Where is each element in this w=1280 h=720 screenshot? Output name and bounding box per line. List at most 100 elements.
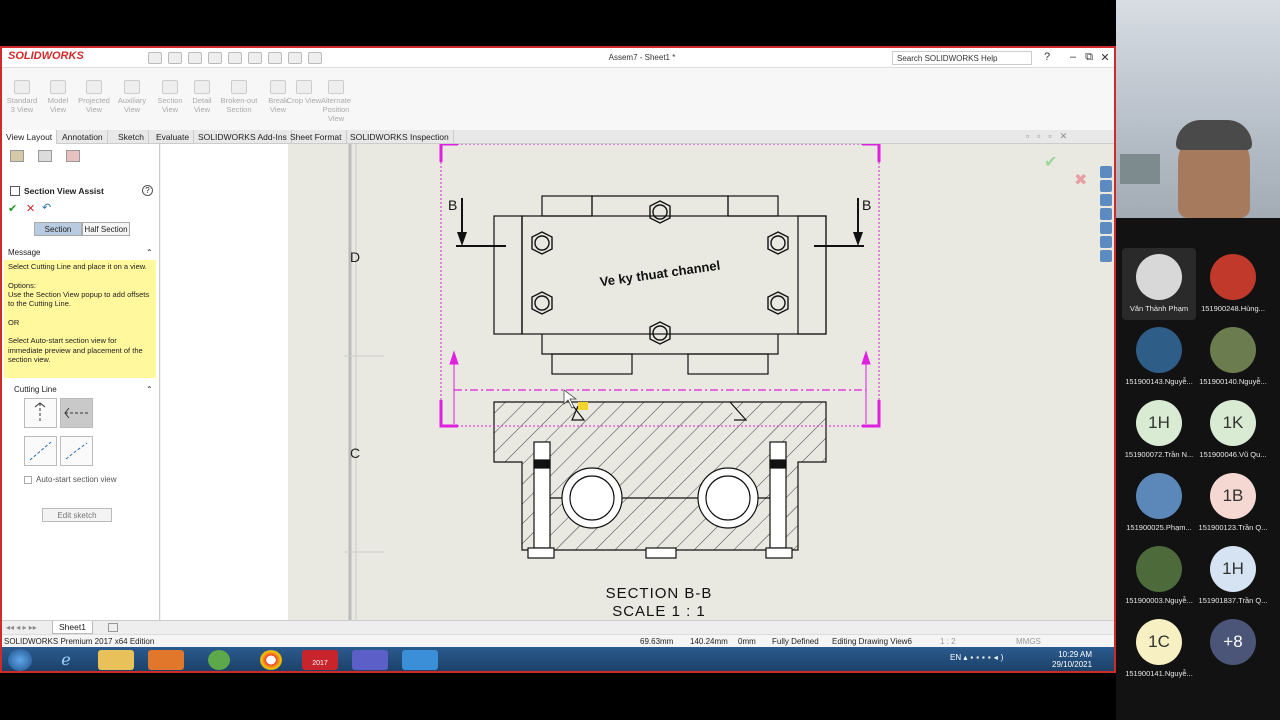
- cutting-line-heading: Cutting Line: [14, 385, 57, 394]
- status-scale[interactable]: 1 : 2: [940, 637, 956, 646]
- print-icon[interactable]: [208, 52, 222, 64]
- participant-tile[interactable]: 151900143.Nguyễ...: [1122, 321, 1196, 393]
- rebuild-icon[interactable]: [268, 52, 282, 64]
- tray-icons[interactable]: ▴▪▪▪▪◂): [963, 653, 1006, 662]
- auxiliary-view-button[interactable]: Auxiliary View: [114, 80, 150, 114]
- vertical-cutting-line-button[interactable]: [24, 398, 57, 428]
- start-button[interactable]: [8, 649, 32, 671]
- tab-view-layout[interactable]: View Layout: [2, 130, 58, 144]
- language-indicator[interactable]: EN: [950, 653, 961, 662]
- help-search-input[interactable]: Search SOLIDWORKS Help: [892, 51, 1032, 65]
- confirm-corner-check-icon[interactable]: ✔: [1044, 152, 1057, 172]
- broken-out-section-button[interactable]: Broken-out Section: [218, 80, 260, 114]
- file-properties-icon[interactable]: [288, 52, 302, 64]
- horizontal-cutting-line-button[interactable]: [60, 398, 93, 428]
- participant-tile[interactable]: 151900140.Nguyễ...: [1196, 321, 1270, 393]
- restore-button[interactable]: ⧉: [1082, 51, 1096, 65]
- design-library-icon[interactable]: [1100, 180, 1112, 192]
- cancel-button[interactable]: ✕: [26, 202, 35, 215]
- home-icon[interactable]: [1100, 166, 1112, 178]
- property-manager-icon[interactable]: [38, 150, 52, 162]
- pm-title: Section View Assist: [24, 186, 104, 196]
- custom-properties-icon[interactable]: [1100, 236, 1112, 248]
- section-view-button[interactable]: Section View: [152, 80, 188, 114]
- aligned-cutting-line-button[interactable]: [60, 436, 93, 466]
- drawing-sheet[interactable]: D C Ve ky thuat channel B B SECTION B-B …: [288, 142, 1114, 620]
- save-icon[interactable]: [188, 52, 202, 64]
- chrome-icon[interactable]: [260, 650, 282, 670]
- undo-icon[interactable]: ↶: [42, 201, 51, 214]
- meeting-panel: Văn Thành Phạm 151900248.Hùng... 151900143…: [1116, 0, 1280, 720]
- new-icon[interactable]: [148, 52, 162, 64]
- standard-3-view-button[interactable]: Standard 3 View: [4, 80, 40, 114]
- solidworks-taskbar-icon[interactable]: 2017: [302, 650, 338, 670]
- paint-icon[interactable]: [402, 650, 438, 670]
- internet-explorer-icon[interactable]: ℯ: [48, 650, 84, 670]
- participant-tile[interactable]: 151900025.Phạm...: [1122, 467, 1196, 539]
- help-icon[interactable]: ?: [142, 185, 153, 196]
- model-view-button[interactable]: Model View: [40, 80, 76, 114]
- projected-view-button[interactable]: Projected View: [76, 80, 112, 114]
- participant-tile[interactable]: 151900248.Hùng...: [1196, 248, 1270, 320]
- auxiliary-cutting-line-button[interactable]: [24, 436, 57, 466]
- view-palette-icon[interactable]: [1100, 208, 1112, 220]
- options-gear-icon[interactable]: [308, 52, 322, 64]
- edit-sketch-button[interactable]: Edit sketch: [42, 508, 112, 522]
- participant-tile[interactable]: 1H 151901837.Trần Q...: [1196, 540, 1270, 612]
- appearances-icon[interactable]: [1100, 222, 1112, 234]
- teams-icon[interactable]: [352, 650, 388, 670]
- tab-sheet-format[interactable]: Sheet Format: [286, 130, 347, 144]
- section-arrow-left[interactable]: B: [448, 197, 506, 247]
- collapse-message-icon[interactable]: ⌃: [146, 248, 153, 257]
- participant-avatar-initials: 1H: [1136, 400, 1182, 446]
- sheet-tab-sheet1[interactable]: Sheet1: [52, 621, 93, 634]
- participant-tile[interactable]: +8: [1196, 613, 1270, 685]
- participant-tile[interactable]: 1C 151900141.Nguyễ...: [1122, 613, 1196, 685]
- close-button[interactable]: ✕: [1098, 51, 1112, 65]
- confirm-corner-cancel-icon[interactable]: ✖: [1074, 170, 1087, 190]
- tab-evaluate[interactable]: Evaluate: [152, 130, 195, 144]
- open-icon[interactable]: [168, 52, 182, 64]
- solidworks-logo[interactable]: SOLIDWORKS: [8, 50, 112, 66]
- green-app-icon[interactable]: [208, 650, 230, 670]
- ok-button[interactable]: ✔: [8, 202, 17, 215]
- detail-view-button[interactable]: Detail View: [184, 80, 220, 114]
- solidworks-forum-icon[interactable]: [1100, 250, 1112, 262]
- undo-icon[interactable]: [228, 52, 242, 64]
- participant-name: Văn Thành Phạm: [1129, 304, 1189, 313]
- section-arrow-right[interactable]: B: [814, 197, 871, 247]
- collapse-cutting-line-icon[interactable]: ⌃: [146, 385, 153, 394]
- participant-tile[interactable]: 1K 151900046.Vũ Qu...: [1196, 394, 1270, 466]
- status-units[interactable]: MMGS: [1016, 637, 1041, 646]
- help-button[interactable]: ?: [1040, 51, 1054, 65]
- tab-solidworks-inspection[interactable]: SOLIDWORKS Inspection: [346, 130, 454, 144]
- participant-tile[interactable]: Văn Thành Phạm: [1122, 248, 1196, 320]
- display-manager-icon[interactable]: [66, 150, 80, 162]
- file-explorer-icon[interactable]: [98, 650, 134, 670]
- tab-sketch[interactable]: Sketch: [114, 130, 149, 144]
- status-z: 0mm: [738, 637, 756, 646]
- half-section-button[interactable]: Half Section: [82, 222, 130, 236]
- minimize-button[interactable]: –: [1066, 51, 1080, 65]
- top-view[interactable]: [493, 195, 827, 375]
- tab-annotation[interactable]: Annotation: [58, 130, 108, 144]
- viewport-window-controls[interactable]: ▫▫▫✕: [1026, 131, 1075, 142]
- participant-tile[interactable]: 1B 151900123.Trần Q...: [1196, 467, 1270, 539]
- taskbar-clock[interactable]: 10:29 AM 29/10/2021: [1052, 650, 1092, 670]
- file-explorer-icon[interactable]: [1100, 194, 1112, 206]
- cutting-line-preview[interactable]: [439, 142, 881, 428]
- sheet-nav-arrows[interactable]: ◂◂ ◂ ▸ ▸▸: [6, 623, 37, 632]
- participant-tile[interactable]: 151900003.Nguyễ...: [1122, 540, 1196, 612]
- participant-tile[interactable]: 1H 151900072.Trần N...: [1122, 394, 1196, 466]
- section-view[interactable]: [493, 401, 827, 559]
- media-player-icon[interactable]: [148, 650, 184, 670]
- bolt-hole: [770, 235, 786, 251]
- select-icon[interactable]: [248, 52, 262, 64]
- tab-solidworks-add-ins[interactable]: SOLIDWORKS Add-Ins: [194, 130, 292, 144]
- feature-manager-icon[interactable]: [10, 150, 24, 162]
- alternate-position-view-button[interactable]: Alternate Position View: [316, 80, 356, 123]
- add-sheet-icon[interactable]: [108, 623, 118, 632]
- section-button[interactable]: Section: [34, 222, 82, 236]
- auto-start-checkbox[interactable]: [24, 476, 32, 484]
- participant-name: 151900248.Hùng...: [1201, 304, 1265, 313]
